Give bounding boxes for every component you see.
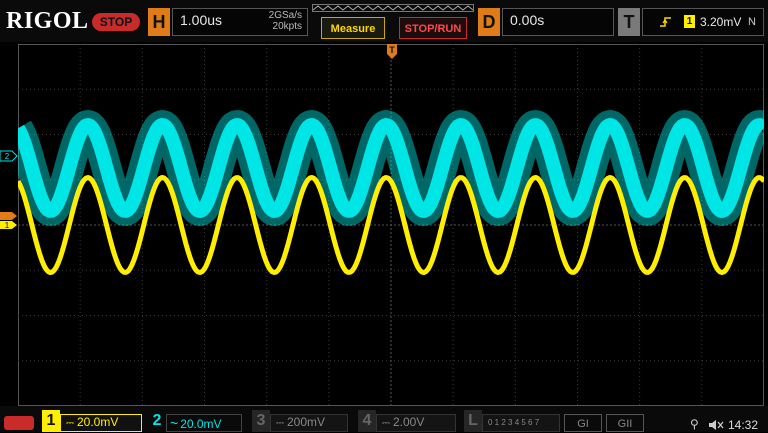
horizontal-tag[interactable]: H [148, 8, 170, 36]
ch4-scale: ⎓ 2.00V [382, 415, 425, 429]
memory-depth: 20kpts [272, 21, 302, 32]
gi-button[interactable]: GI [564, 414, 602, 432]
ch3-number[interactable]: 3 [252, 410, 270, 432]
clock-time: 14:32 [728, 418, 759, 432]
top-bar: RIGOL STOP H 1.00us 2GSa/s 20kpts Measur… [0, 0, 768, 42]
trigger-mode: N [748, 16, 756, 28]
ch1-coupling-icon: ⎓ [66, 418, 74, 429]
trigger-level: 3.20mV [700, 15, 742, 29]
ch2-marker-label: 2 [5, 152, 10, 161]
speaker-muted-icon[interactable] [708, 419, 724, 431]
ch1-marker-label: 1 [5, 221, 10, 230]
rigol-logo: RIGOL [6, 8, 89, 34]
ch2-number[interactable]: 2 [148, 410, 166, 432]
menu-icon[interactable] [4, 416, 34, 430]
delay-value: 0.00s [510, 12, 545, 28]
bottom-bar: 1 ⎓ 20.0mV 2 ~20.0mV 3 ⎓ 200mV 4 ⎓ 2.00V L … [0, 406, 768, 432]
waveform-display[interactable]: T [18, 44, 764, 406]
sample-rate: 2GSa/s [268, 10, 302, 21]
usb-icon: ⚲ [690, 417, 699, 431]
ch3-coupling-icon: ⎓ [276, 418, 284, 429]
ch2-scale: ~20.0mV [170, 415, 222, 431]
ch3-scale: ⎓ 200mV [276, 415, 326, 429]
trigger-source-badge: 1 [684, 15, 695, 28]
ch1-scale: ⎓ 20.0mV [66, 415, 119, 429]
ch4-number[interactable]: 4 [358, 410, 376, 432]
gii-button[interactable]: GII [606, 414, 644, 432]
ac-coupling-icon: ~ [170, 415, 179, 431]
ch1-number[interactable]: 1 [42, 410, 60, 432]
run-state-badge[interactable]: STOP [92, 13, 140, 31]
rising-edge-icon [660, 17, 671, 27]
logic-tag[interactable]: L [464, 410, 482, 432]
measure-button[interactable]: Measure [321, 17, 385, 39]
ch4-coupling-icon: ⎓ [382, 418, 390, 429]
trigger-tag[interactable]: T [618, 8, 640, 36]
ch2-ground-marker[interactable]: 2 [0, 150, 18, 162]
ch1-ground-marker[interactable]: 1 [0, 211, 18, 231]
stop-run-button[interactable]: STOP/RUN [399, 17, 467, 39]
logic-channels: 0 1 2 3 4 5 6 7 [488, 418, 540, 427]
delay-tag[interactable]: D [478, 8, 500, 36]
trigger-position-marker[interactable]: T [387, 44, 397, 59]
memory-position-strip [312, 4, 474, 12]
timebase-value: 1.00us [180, 12, 223, 28]
trigger-marker-label: T [389, 45, 395, 55]
